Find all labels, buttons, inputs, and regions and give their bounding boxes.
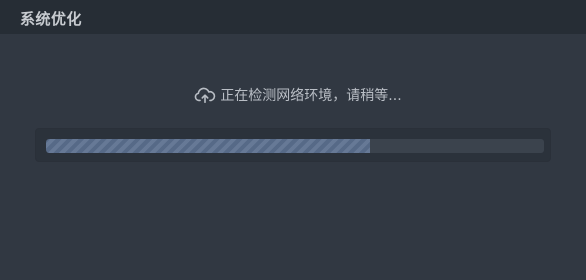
title-bar[interactable]: 系统优化	[0, 0, 586, 34]
status-text: 正在检测网络环境，请稍等...	[220, 88, 402, 104]
status-row: 正在检测网络环境，请稍等...	[0, 84, 586, 106]
progress-fill	[46, 139, 370, 153]
progress-bar	[46, 139, 544, 153]
optimization-window: 系统优化 正在检测网络环境，请稍等...	[0, 0, 586, 280]
window-title: 系统优化	[20, 10, 83, 28]
cloud-upload-icon	[195, 87, 216, 104]
progress-frame	[35, 128, 551, 162]
